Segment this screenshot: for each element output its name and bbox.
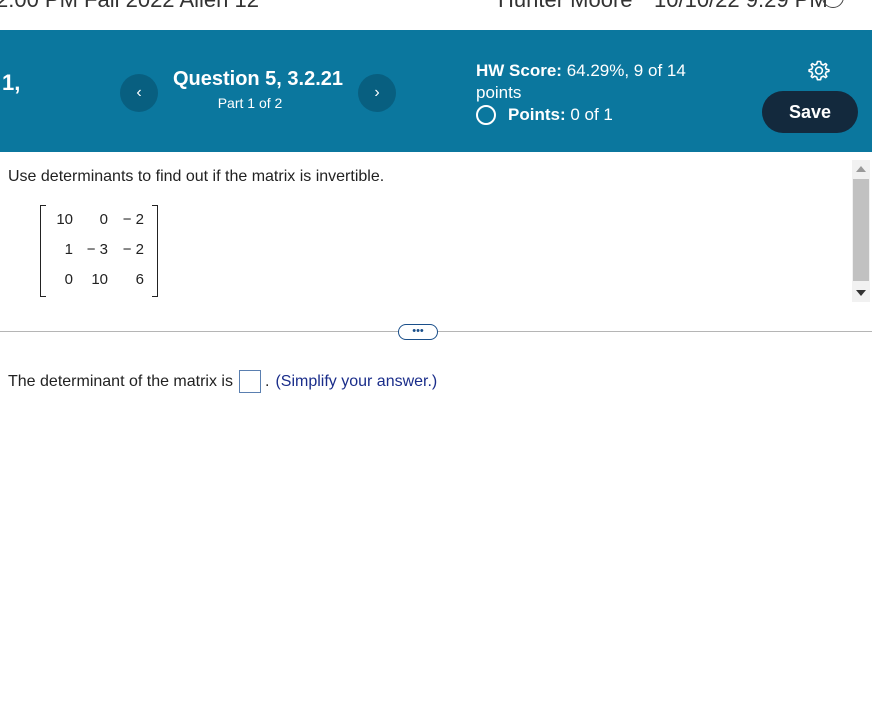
matrix-cell: 10 <box>56 211 73 228</box>
question-scrollbar[interactable] <box>852 160 870 302</box>
answer-lead: The determinant of the matrix is <box>8 372 233 390</box>
matrix: 10 0 − 2 1 − 3 − 2 0 10 6 <box>40 205 158 297</box>
hw-score-suffix: points <box>476 83 522 102</box>
matrix-cell: − 2 <box>122 241 144 258</box>
matrix-cell: 0 <box>99 211 108 228</box>
matrix-cell: − 3 <box>86 241 108 258</box>
top-strip: 2:00 PM Fall 2022 Allen 12 Hunter Moore … <box>0 0 872 30</box>
scroll-thumb[interactable] <box>853 179 869 281</box>
answer-hint: (Simplify your answer.) <box>275 372 438 390</box>
matrix-cell: 6 <box>135 271 144 288</box>
matrix-right-bracket <box>152 205 158 297</box>
question-title: Question 5, 3.2.21 <box>172 68 344 90</box>
question-prompt: Use determinants to find out if the matr… <box>8 168 385 185</box>
scroll-up-arrow-icon[interactable] <box>856 166 866 172</box>
points-row: Points: 0 of 1 <box>476 105 613 125</box>
student-name: Hunter Moore <box>498 0 633 13</box>
question-header: 1, ‹ Question 5, 3.2.21 Part 1 of 2 › HW… <box>0 30 872 152</box>
determinant-answer-input[interactable] <box>238 370 261 393</box>
matrix-cell: 1 <box>64 241 73 258</box>
points-label: Points: <box>508 105 566 124</box>
course-text: 2:00 PM Fall 2022 Allen 12 <box>0 0 259 13</box>
answer-period: . <box>264 372 270 390</box>
save-button[interactable]: Save <box>762 91 858 133</box>
matrix-cell: − 2 <box>122 211 144 228</box>
hw-score-value: 64.29%, 9 of 14 <box>566 61 686 80</box>
header-left-clip: 1, <box>2 70 21 95</box>
hw-score-label: HW Score: <box>476 61 562 80</box>
date-time: 10/10/22 9:29 PM <box>654 0 828 13</box>
points-value: 0 of 1 <box>570 105 613 124</box>
hw-score: HW Score: 64.29%, 9 of 14 points <box>476 60 686 104</box>
answer-line: The determinant of the matrix is . (Simp… <box>8 370 437 393</box>
chevron-left-icon: ‹ <box>136 84 142 101</box>
matrix-cell: 0 <box>64 271 73 288</box>
expand-more-button[interactable]: ••• <box>398 324 438 340</box>
question-part: Part 1 of 2 <box>217 95 283 111</box>
next-question-button[interactable]: › <box>358 74 396 112</box>
chevron-right-icon: › <box>374 84 380 101</box>
scroll-down-arrow-icon[interactable] <box>856 290 866 296</box>
points-status-icon <box>476 105 496 125</box>
matrix-cell: 10 <box>91 271 108 288</box>
gear-icon[interactable] <box>807 59 831 83</box>
